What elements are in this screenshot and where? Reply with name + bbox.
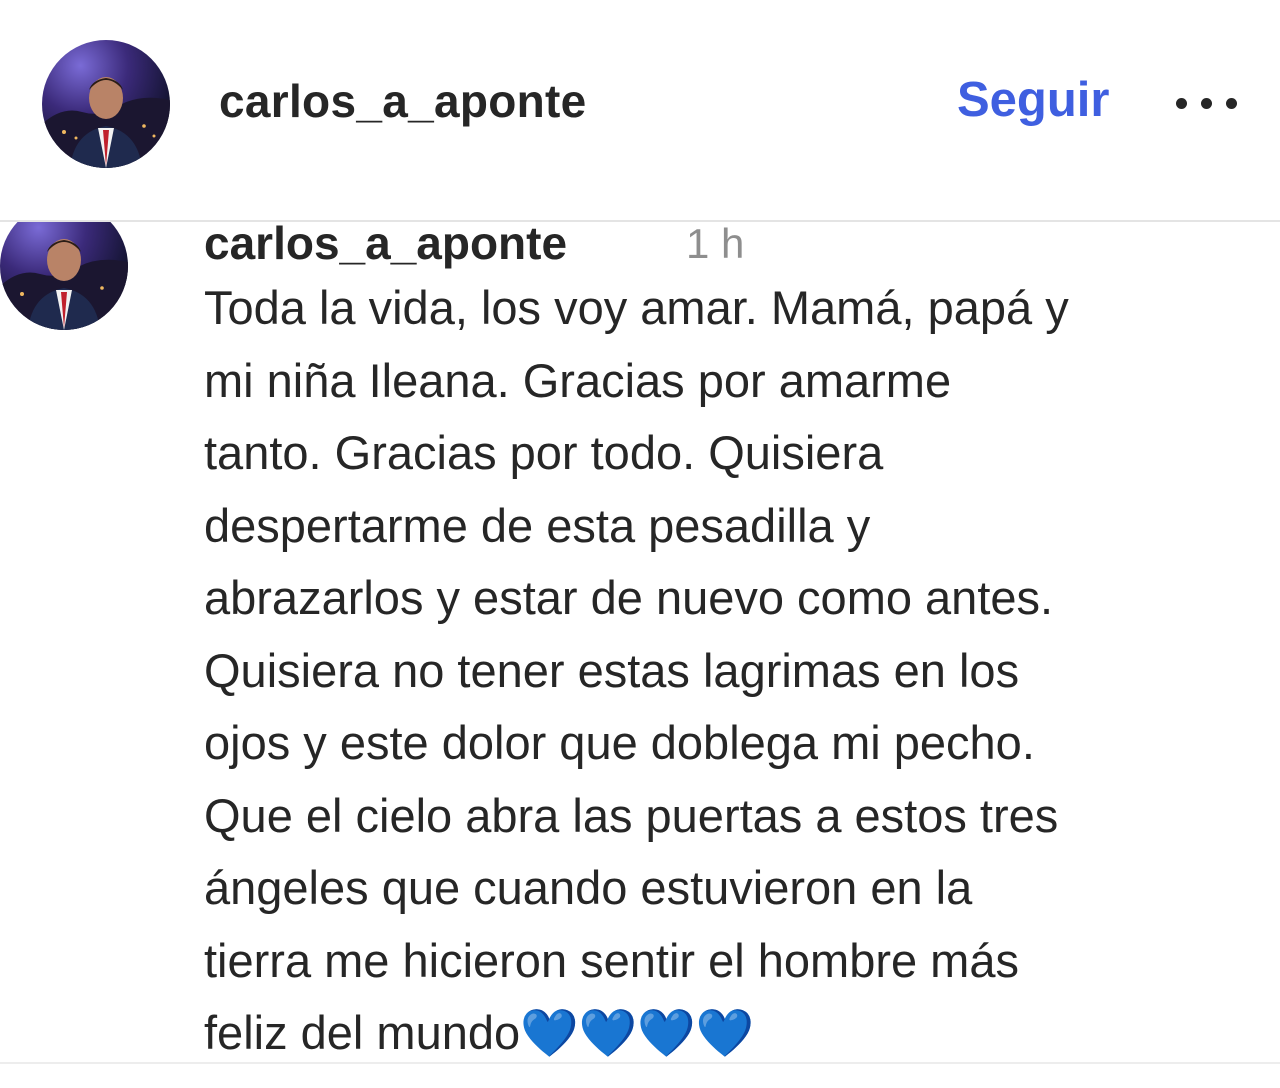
comment-timestamp: 1 h xyxy=(686,222,745,267)
comment-avatar[interactable] xyxy=(0,222,128,330)
follow-button[interactable]: Seguir xyxy=(957,72,1109,128)
comment-author-username[interactable]: carlos_a_aponte xyxy=(204,222,567,270)
comment-text: Toda la vida, los voy amar. Mamá, papá y… xyxy=(204,281,1069,1058)
post-header: carlos_a_aponte Seguir xyxy=(0,0,1280,222)
comment: carlos_a_aponte 1 h Toda la vida, los vo… xyxy=(0,222,1280,1058)
more-options-icon[interactable] xyxy=(1176,98,1238,110)
post-author-username[interactable]: carlos_a_aponte xyxy=(219,74,587,128)
profile-avatar[interactable] xyxy=(42,40,170,168)
divider xyxy=(0,1062,1280,1064)
